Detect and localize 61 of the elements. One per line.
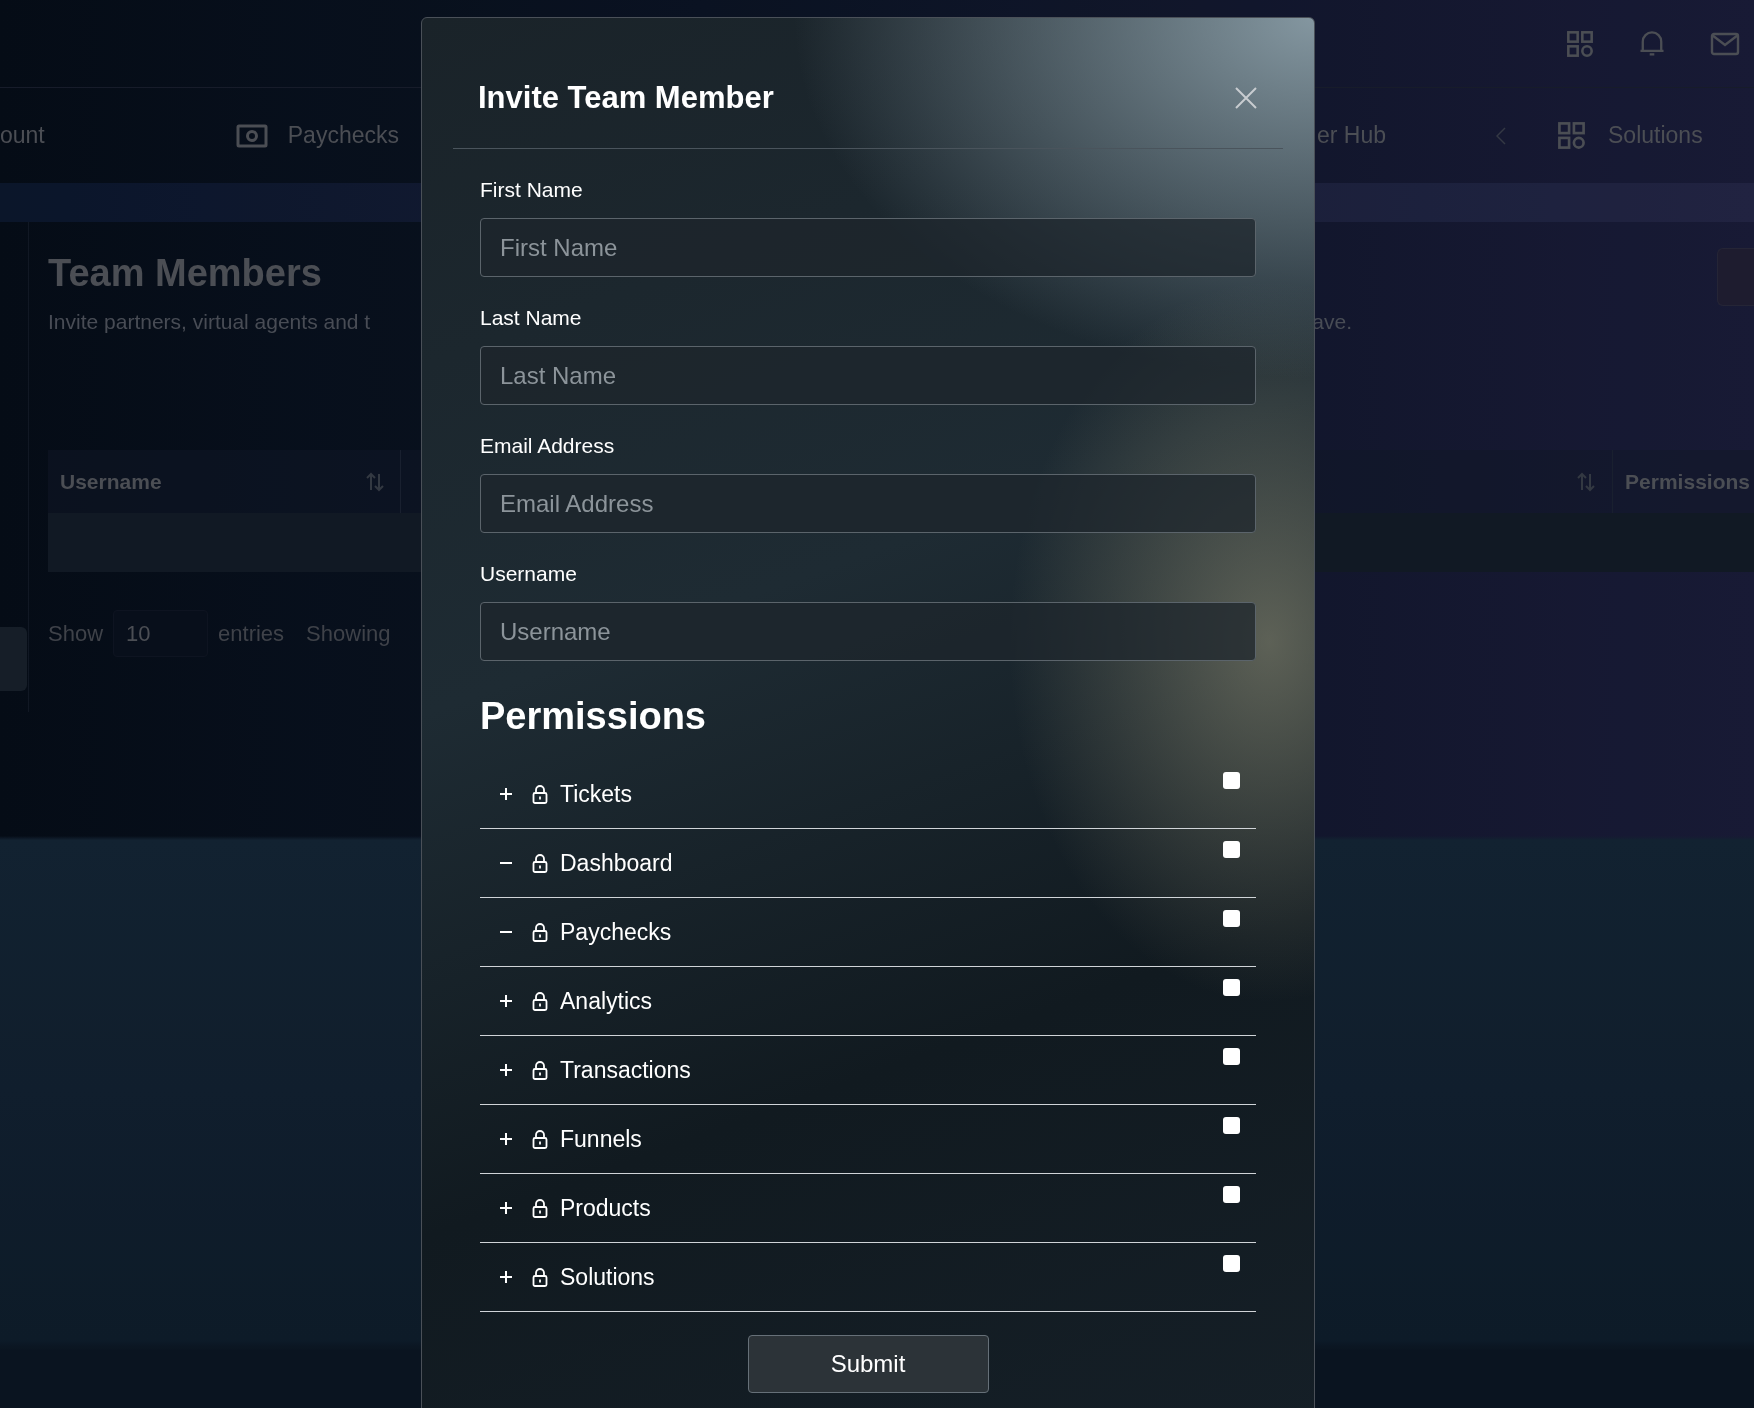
lock-icon [532,784,548,804]
plus-icon[interactable] [499,994,513,1008]
checkbox[interactable] [1223,979,1240,996]
section-title: Permissions [480,695,707,738]
lock-icon [532,991,548,1011]
field-label: Email Address [480,434,616,458]
plus-icon[interactable] [499,787,513,801]
permission-label: Tickets [560,780,632,808]
column-header[interactable]: Username [60,469,162,494]
permission-label: Products [560,1194,651,1222]
lock-icon [532,922,548,942]
lock-icon [532,1198,548,1218]
show-label: Show [48,620,104,647]
checkbox[interactable] [1223,910,1240,927]
entries-label: entries [218,620,285,647]
mail-icon[interactable] [1710,31,1740,56]
chevron-left-icon[interactable] [1496,126,1507,145]
lock-icon [532,1060,548,1080]
field-label: Last Name [480,306,583,330]
apps-icon[interactable] [1566,29,1594,58]
plus-icon[interactable] [499,1270,513,1284]
plus-icon[interactable] [499,1201,513,1215]
plus-icon[interactable] [499,1063,513,1077]
page-title: Team Members [48,251,322,296]
page-size-select[interactable]: 10 [113,610,209,657]
column-header[interactable]: Permissions [1625,469,1750,494]
permission-label: Solutions [560,1263,655,1291]
lock-icon [532,1129,548,1149]
page-subtitle: Invite partners, virtual agents and t [48,310,371,334]
lock-icon [532,1267,548,1287]
bell-icon[interactable] [1638,28,1666,59]
submit-button[interactable]: Submit [747,1335,989,1393]
checkbox[interactable] [1223,841,1240,858]
checkbox[interactable] [1223,1117,1240,1134]
input-field[interactable]: Email Address [480,474,1256,533]
close-button[interactable] [1234,86,1258,110]
table-info: Showing [306,620,391,647]
checkbox[interactable] [1223,1186,1240,1203]
checkbox[interactable] [1223,1048,1240,1065]
permission-label: Paychecks [560,918,672,946]
sort-icon[interactable] [1576,471,1597,492]
nav-item[interactable]: ount [0,122,45,149]
sort-icon[interactable] [365,471,385,492]
input-field[interactable]: Last Name [480,346,1256,405]
camera-icon[interactable] [235,123,268,148]
permission-label: Funnels [560,1125,642,1153]
plus-icon[interactable] [499,1132,513,1146]
input-field[interactable]: First Name [480,218,1256,277]
apps-icon[interactable] [1557,121,1587,150]
field-label: Username [480,562,578,586]
permission-label: Dashboard [560,849,673,877]
field-label: First Name [480,178,584,202]
permission-label: Analytics [560,987,653,1015]
modal-title: Invite Team Member [478,80,774,116]
checkbox[interactable] [1223,772,1240,789]
checkbox[interactable] [1223,1255,1240,1272]
nav-item[interactable]: Paychecks [287,122,399,149]
input-field[interactable]: Username [480,602,1256,661]
permission-label: Transactions [560,1056,691,1084]
lock-icon [532,853,548,873]
nav-item[interactable]: er Hub [1317,122,1387,149]
